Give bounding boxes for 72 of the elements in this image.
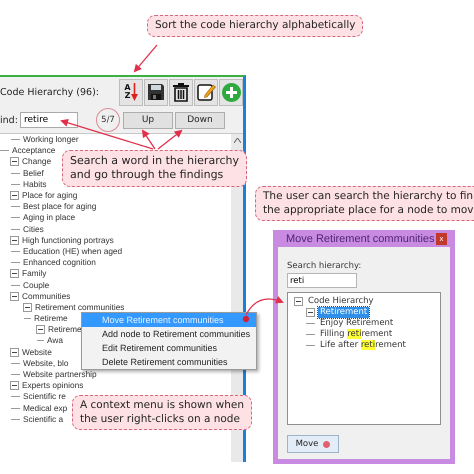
tree-item[interactable]: Scientific re — [23, 391, 66, 402]
tree-item[interactable]: Filling retirement — [318, 329, 394, 340]
tree-item[interactable]: Retireme — [34, 313, 68, 324]
sort-button[interactable]: A Z — [119, 78, 143, 106]
collapse-icon[interactable] — [10, 236, 19, 245]
collapse-icon[interactable] — [10, 157, 19, 166]
tree-item[interactable]: Cities — [23, 224, 44, 235]
tree-item[interactable]: Enjoy Retirement — [318, 318, 396, 329]
tree-item[interactable]: Family — [22, 268, 46, 280]
collapse-icon[interactable] — [36, 325, 45, 334]
tree-item[interactable]: Website — [22, 346, 52, 358]
tree-item[interactable]: Education (HE) when aged — [23, 246, 122, 257]
tree-item[interactable]: Acceptance — [12, 145, 56, 156]
tree-item[interactable]: High functioning portrays — [22, 234, 114, 246]
delete-button[interactable] — [169, 78, 193, 106]
tree-item[interactable]: Experts opinions — [22, 380, 84, 392]
annotation-arrow — [158, 130, 183, 150]
tree-item[interactable]: Awa — [47, 335, 63, 346]
search-field[interactable]: reti — [287, 273, 357, 288]
tree-item[interactable]: Habits — [23, 178, 47, 190]
annotation-callout: A context menu is shown when the user right-clicks on a node — [72, 395, 252, 430]
down-button[interactable]: Down — [175, 112, 225, 128]
dialog-title: Move Retirement communities — [286, 232, 435, 244]
tree-item[interactable]: Place for aging — [22, 190, 78, 202]
tree-item[interactable]: Website partnership — [23, 369, 97, 380]
find-label: ind: — [0, 114, 19, 126]
move-button[interactable]: Move — [287, 435, 339, 453]
collapse-icon[interactable] — [294, 297, 303, 306]
tree-item[interactable]: Enhanced cognition — [23, 257, 96, 268]
up-button[interactable]: Up — [123, 112, 173, 128]
tree-item[interactable]: Couple — [23, 280, 50, 291]
tree-item[interactable]: Working longer — [23, 134, 79, 146]
save-button[interactable] — [144, 78, 168, 106]
pointer-dot-icon — [242, 316, 250, 322]
tree-item[interactable]: Retirement communities — [35, 302, 124, 313]
menu-item[interactable]: Edit Retirement communities — [82, 341, 256, 355]
scroll-up-icon[interactable] — [234, 138, 240, 143]
search-label: Search hierarchy: — [287, 261, 362, 271]
down-arrow-icon — [130, 83, 138, 101]
collapse-icon[interactable] — [306, 308, 315, 317]
collapse-icon[interactable] — [10, 348, 19, 357]
tree-item[interactable]: Scientific a — [23, 414, 64, 425]
plus-circle-icon — [222, 82, 240, 102]
annotation-callout: The user can search the hierarchy to fin the appropriate place for a node to mov — [255, 186, 474, 222]
menu-item[interactable]: Delete Retirement communities — [82, 355, 256, 369]
annotation-arrow — [134, 44, 158, 73]
tree-item[interactable]: Life after retirement — [318, 340, 408, 351]
note-pencil-icon — [196, 83, 216, 101]
collapse-icon[interactable] — [10, 381, 19, 390]
tree-item[interactable]: Belief — [23, 168, 44, 179]
match-counter: 5/7 — [96, 108, 120, 132]
tree-item[interactable]: Change — [22, 156, 52, 168]
collapse-icon[interactable] — [10, 191, 19, 200]
trash-icon — [173, 82, 189, 102]
pointer-dot-icon — [323, 440, 330, 448]
tree-item[interactable]: Code Hierarchy — [306, 296, 376, 307]
annotation-callout: Sort the code hierarchy alphabetically — [147, 15, 364, 37]
menu-item[interactable]: Add node to Retirement communities — [82, 327, 256, 341]
tree-item[interactable]: Aging in place — [23, 212, 76, 224]
find-field[interactable]: retire — [20, 112, 78, 128]
tree-item[interactable]: Website, blo — [23, 358, 69, 369]
annotation-callout: Search a word in the hierarchy and go through the findings — [62, 150, 248, 187]
tree-item[interactable]: Retireme — [48, 324, 82, 336]
tree-item[interactable]: Medical exp — [23, 402, 68, 414]
panel-title: Code Hierarchy (96): — [0, 86, 99, 98]
tree-item[interactable]: Communities — [22, 290, 70, 302]
tree-item[interactable]: Best place for aging — [23, 201, 96, 212]
collapse-icon[interactable] — [10, 292, 19, 301]
collapse-icon[interactable] — [10, 269, 19, 278]
edit-button[interactable] — [194, 78, 218, 106]
annotation-arrow — [245, 296, 284, 316]
collapse-icon[interactable] — [23, 302, 32, 312]
